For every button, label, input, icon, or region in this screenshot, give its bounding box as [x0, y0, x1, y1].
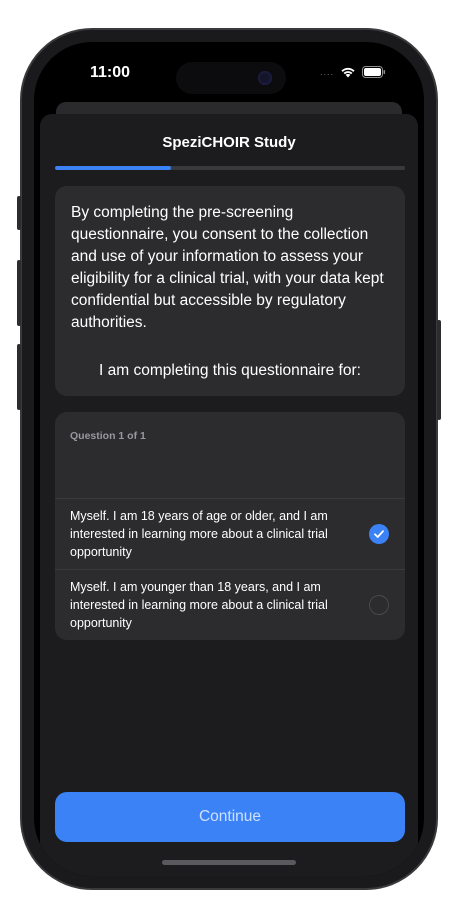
progress-bar [55, 166, 405, 170]
battery-icon [362, 66, 386, 78]
dynamic-island [176, 62, 286, 94]
questionnaire-sheet: SpeziCHOIR Study By completing the pre-s… [40, 114, 418, 876]
action-button [17, 196, 21, 230]
cellular-icon: .... [319, 67, 334, 77]
status-bar: 11:00 .... [34, 42, 424, 102]
continue-button[interactable]: Continue [55, 792, 405, 842]
question-counter: Question 1 of 1 [70, 430, 146, 442]
option-label: Myself. I am 18 years of age or older, a… [70, 509, 328, 559]
nav-title: SpeziCHOIR Study [162, 134, 296, 151]
progress-fill [55, 166, 171, 170]
consent-text: By completing the pre-screening question… [71, 204, 384, 331]
status-time: 11:00 [90, 64, 131, 81]
consent-card: By completing the pre-screening question… [55, 186, 405, 396]
option-adult[interactable]: Myself. I am 18 years of age or older, a… [55, 498, 405, 568]
home-indicator[interactable] [162, 860, 296, 865]
power-button [437, 320, 441, 420]
questionnaire-prompt: I am completing this questionnaire for: [99, 362, 361, 379]
wifi-icon [340, 66, 356, 78]
screen: 11:00 .... SpeziCHOIR Study By completin… [34, 42, 424, 876]
volume-down-button [17, 344, 21, 410]
radio-unchecked-icon[interactable] [369, 595, 389, 615]
option-label: Myself. I am younger than 18 years, and … [70, 580, 328, 630]
status-indicators: .... [320, 66, 386, 78]
option-minor[interactable]: Myself. I am younger than 18 years, and … [55, 569, 405, 639]
camera-icon [258, 71, 272, 85]
question-card: Question 1 of 1 Myself. I am 18 years of… [55, 412, 405, 640]
radio-checked-icon[interactable] [369, 524, 389, 544]
volume-up-button [17, 260, 21, 326]
